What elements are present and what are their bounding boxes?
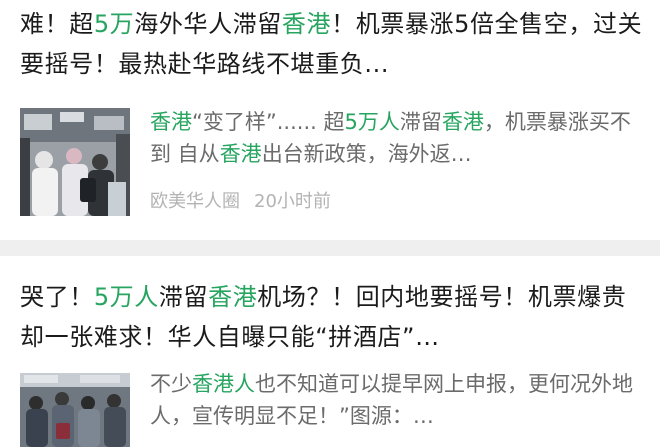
title-text: 滞留 xyxy=(158,283,209,311)
keyword-highlight: 5万人 xyxy=(344,110,400,134)
title-text: 难！超 xyxy=(20,10,94,38)
source-name[interactable]: 欧美华人圈 xyxy=(150,191,240,212)
article-summary: 香港“变了样”...... 超5万人滞留香港，机票暴涨买不到 自从香港出台新政策… xyxy=(150,106,646,170)
article-title[interactable]: 难！超5万海外华人滞留香港！机票暴涨5倍全售空，过关要摇号！最热赴华路线不堪重负… xyxy=(20,4,650,84)
summary-text: 出台新政策，海外返… xyxy=(261,142,472,166)
summary-text: 滞留 xyxy=(399,110,442,134)
article-summary: 不少香港人也不知道可以提早网上申报，更何况外地人，宣传明显不足！”图源：… xyxy=(150,368,646,432)
summary-text: 不少 xyxy=(150,372,192,396)
summary-text: “变了样”...... 超 xyxy=(192,110,345,134)
article-meta: 欧美华人圈 20小时前 xyxy=(150,190,331,214)
card-divider xyxy=(0,240,660,256)
airport-crowd-photo xyxy=(20,108,130,216)
title-text: 哭了！ xyxy=(20,283,94,311)
keyword-highlight: 香港 xyxy=(208,283,258,311)
keyword-highlight: 香港 xyxy=(281,10,332,38)
crowd-queue-photo xyxy=(20,373,130,447)
article-thumbnail[interactable] xyxy=(20,108,130,216)
keyword-highlight: 5万 xyxy=(93,10,135,38)
article-title[interactable]: 哭了！5万人滞留香港机场？！回内地要摇号！机票爆贵却一张难求！华人自曝只能“拼酒… xyxy=(20,277,650,357)
article-card[interactable]: 难！超5万海外华人滞留香港！机票暴涨5倍全售空，过关要摇号！最热赴华路线不堪重负… xyxy=(0,0,660,240)
article-thumbnail[interactable] xyxy=(20,373,130,447)
publish-time: 20小时前 xyxy=(254,191,331,212)
keyword-highlight: 香港 xyxy=(441,110,484,134)
title-text: 海外华人滞留 xyxy=(134,10,282,38)
keyword-highlight: 香港人 xyxy=(192,372,255,396)
keyword-highlight: 5万人 xyxy=(93,283,159,311)
keyword-highlight: 香港 xyxy=(150,110,192,134)
keyword-highlight: 香港 xyxy=(219,142,262,166)
